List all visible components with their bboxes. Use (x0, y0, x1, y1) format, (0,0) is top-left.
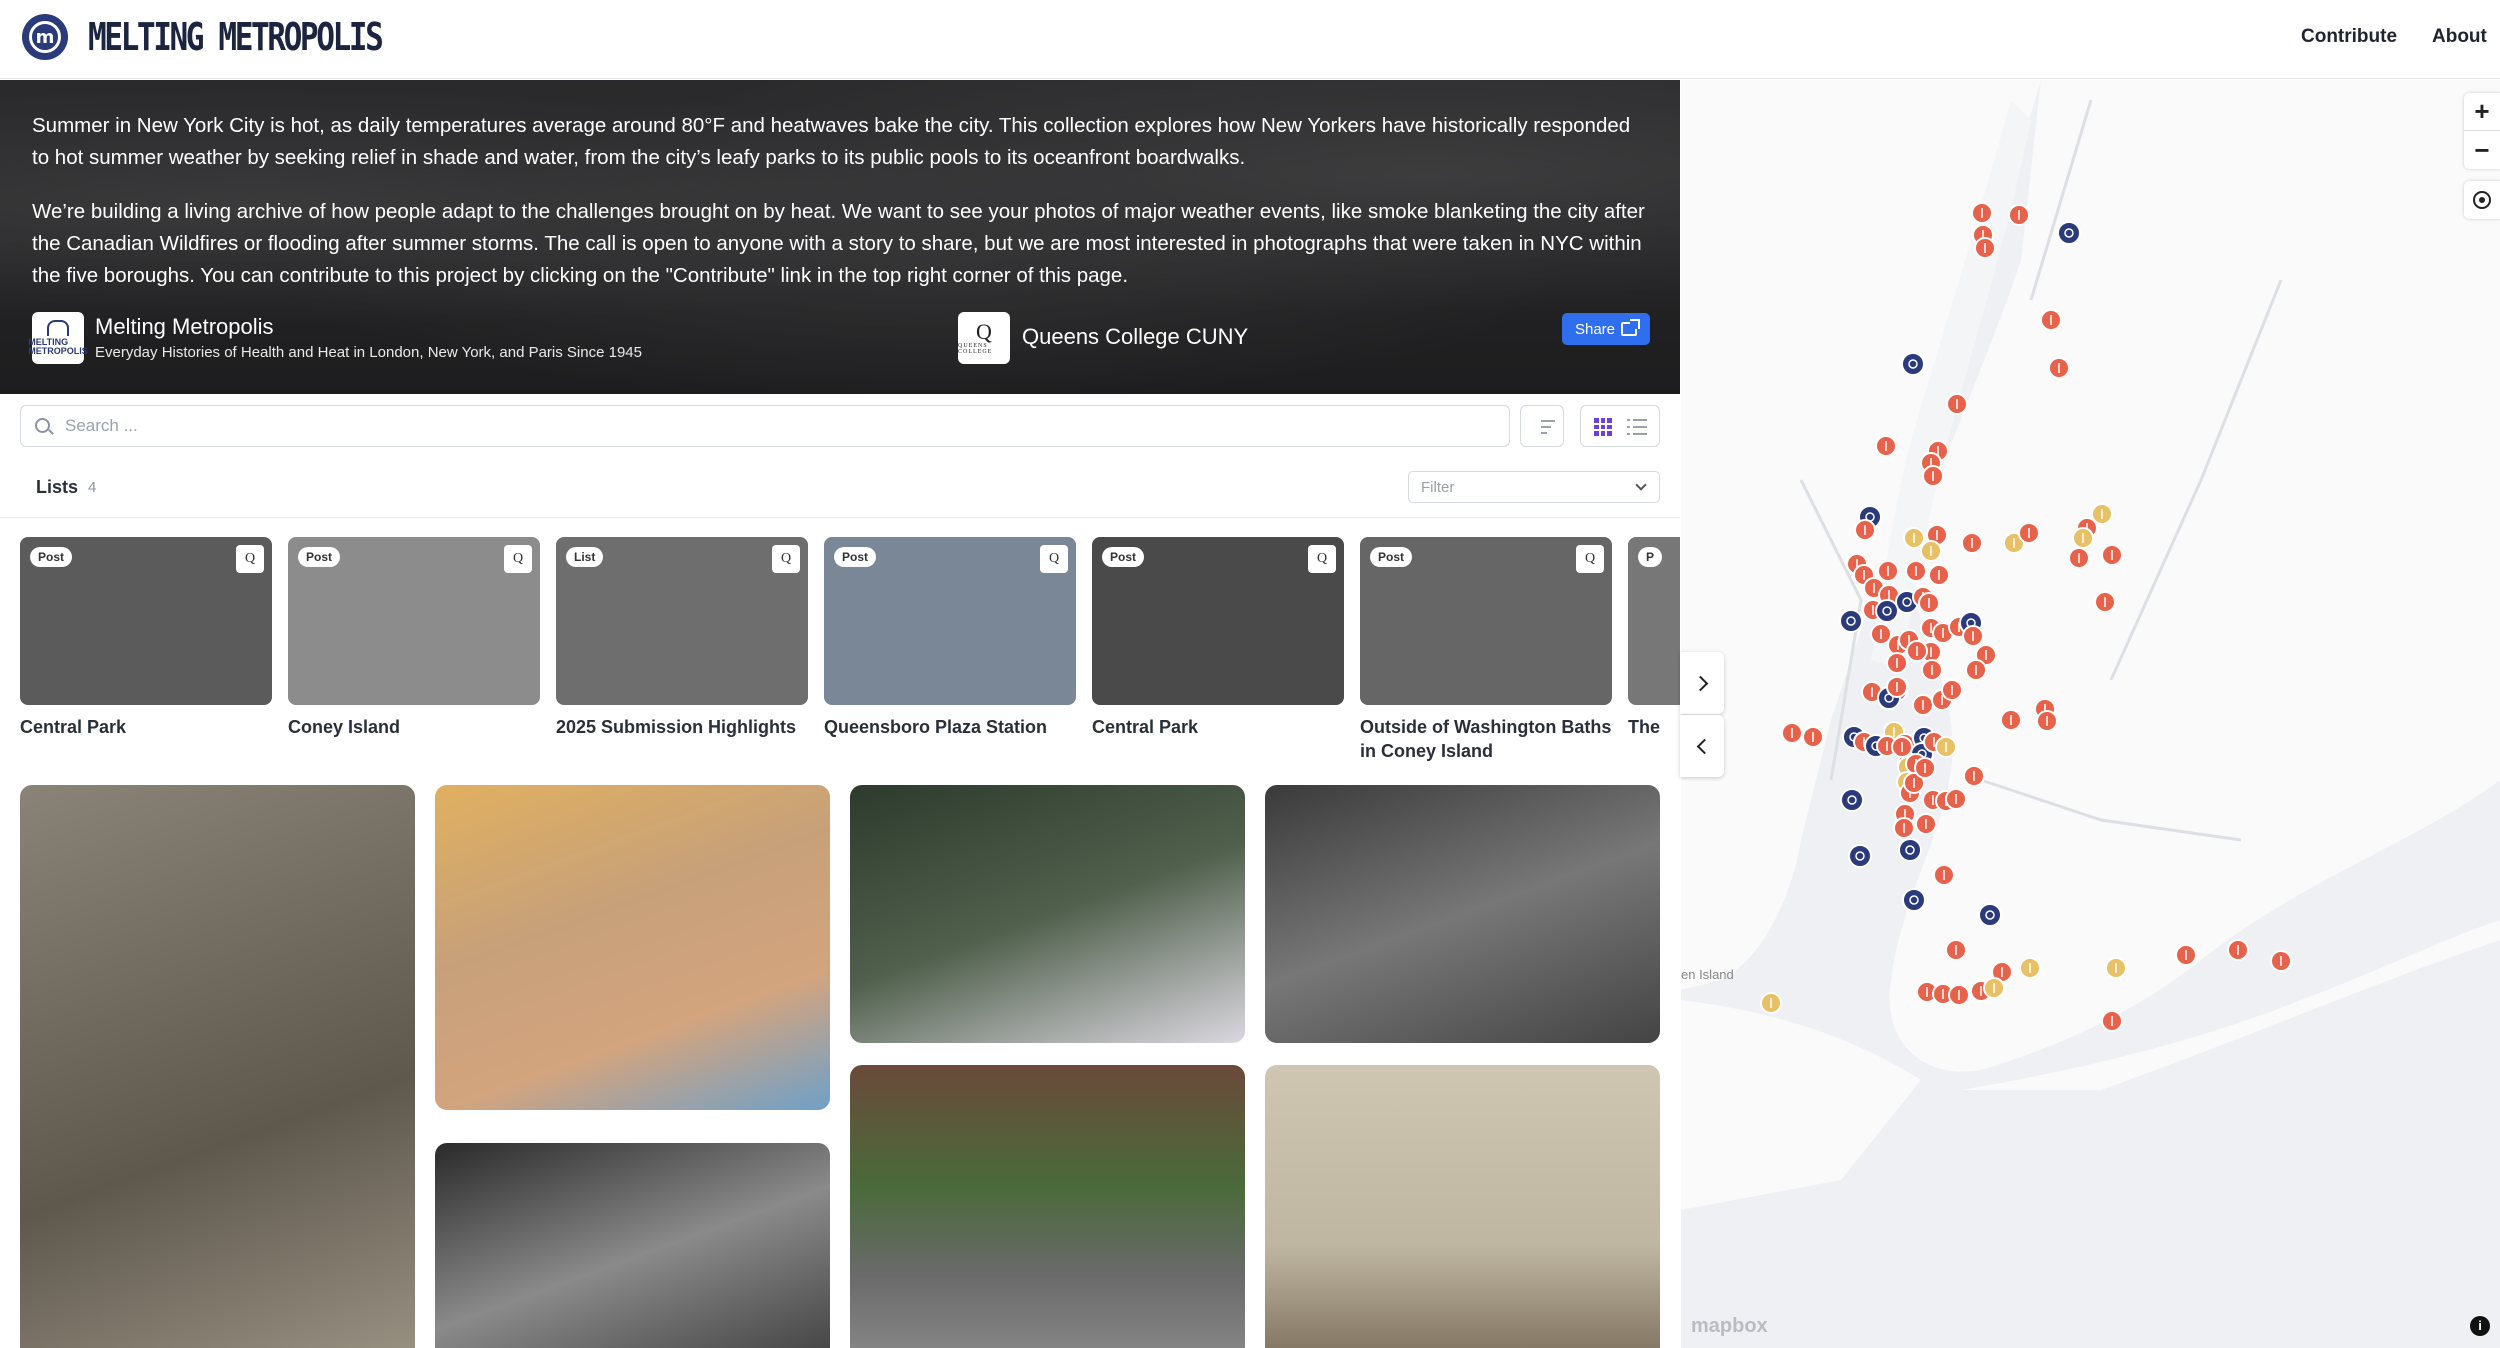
list-map-marker[interactable] (1978, 903, 2002, 927)
map-canvas[interactable] (1681, 80, 2500, 1348)
list-card[interactable]: PQ The (1628, 537, 1680, 739)
card-title[interactable]: 2025 Submission Highlights (556, 715, 808, 739)
photo-tile[interactable] (1265, 1065, 1660, 1348)
zoom-out-button[interactable]: − (2464, 131, 2500, 169)
photo-tile[interactable] (435, 785, 830, 1110)
divider (0, 517, 1680, 518)
search-icon (35, 418, 50, 433)
chevron-right-icon (1692, 675, 1708, 691)
card-type-badge: Post (298, 547, 341, 567)
project-subtitle: Everyday Histories of Health and Heat in… (95, 344, 642, 361)
partner-mini-logo: Q (236, 545, 264, 573)
card-title[interactable]: Central Park (1092, 715, 1344, 739)
card-title[interactable]: Outside of Washington Baths in Coney Isl… (1360, 715, 1612, 763)
card-type-badge: List (566, 547, 604, 567)
brand-logo-icon[interactable]: m (22, 14, 68, 60)
card-title[interactable]: The (1628, 715, 1680, 739)
search-input[interactable] (65, 412, 1465, 440)
collection-panel: Summer in New York City is hot, as daily… (0, 80, 1680, 1348)
filter-select[interactable]: Filter (1408, 471, 1660, 503)
hero-banner: Summer in New York City is hot, as daily… (0, 80, 1680, 394)
sort-icon (1541, 420, 1555, 422)
partner-name[interactable]: Queens College CUNY (1022, 324, 1248, 350)
partner-logo[interactable]: Q QUEENS COLLEGE (958, 312, 1010, 364)
card-thumbnail[interactable]: Post Q (288, 537, 540, 705)
zoom-control: + − (2464, 93, 2500, 169)
map[interactable]: + − en Island mapbox i (1681, 80, 2500, 1348)
card-type-badge: Post (1102, 547, 1145, 567)
lists-count: 4 (88, 479, 97, 496)
list-card[interactable]: Post Q Outside of Washington Baths in Cone… (1360, 537, 1612, 763)
hero-paragraph-1: Summer in New York City is hot, as daily… (32, 114, 1631, 169)
card-thumbnail[interactable]: Post Q (1092, 537, 1344, 705)
list-card[interactable]: Post Q Coney Island (288, 537, 540, 739)
card-type-badge: Post (1370, 547, 1413, 567)
card-thumbnail[interactable]: Post Q (20, 537, 272, 705)
card-type-badge: Post (30, 547, 73, 567)
list-card[interactable]: Post Q Queensboro Plaza Station (824, 537, 1076, 739)
card-title[interactable]: Coney Island (288, 715, 540, 739)
lists-heading: Lists (36, 477, 79, 497)
card-title[interactable]: Queensboro Plaza Station (824, 715, 1076, 739)
collapse-panel-button[interactable] (1680, 715, 1724, 777)
hero-paragraph-2: We’re building a living archive of how p… (32, 200, 1645, 287)
view-toggle (1580, 405, 1660, 447)
card-thumbnail[interactable]: List Q (556, 537, 808, 705)
attribution-info-button[interactable]: i (2470, 1316, 2490, 1336)
locate-icon (2473, 191, 2491, 209)
list-map-marker[interactable] (1848, 844, 1872, 868)
partner-mini-logo: Q (772, 545, 800, 573)
card-thumbnail[interactable]: Post Q (824, 537, 1076, 705)
zoom-in-button[interactable]: + (2464, 93, 2500, 131)
project-logo[interactable]: MELTING METROPOLIS (28, 312, 88, 364)
card-thumbnail[interactable]: Post Q (1360, 537, 1612, 705)
top-navbar: m MELTING METROPOLIS Contribute About (0, 0, 2500, 79)
partner-mini-logo: Q (1040, 545, 1068, 573)
photo-tile[interactable] (20, 785, 415, 1348)
list-map-marker[interactable] (1840, 788, 1864, 812)
mapbox-logo[interactable]: mapbox (1691, 1315, 1768, 1338)
card-type-badge: P (1638, 547, 1663, 567)
list-map-marker[interactable] (1902, 888, 1926, 912)
chevron-left-icon (1696, 738, 1712, 754)
list-map-marker[interactable] (1901, 352, 1925, 376)
search-box (20, 405, 1510, 447)
list-view-icon[interactable] (1627, 419, 1647, 435)
photo-tile[interactable] (850, 1065, 1245, 1348)
nav-about-link[interactable]: About (2432, 24, 2487, 50)
brand-name[interactable]: MELTING METROPOLIS (88, 14, 384, 60)
photo-tile[interactable] (850, 785, 1245, 1043)
geolocate-button[interactable] (2464, 181, 2500, 219)
card-type-badge: Post (834, 547, 877, 567)
list-map-marker[interactable] (1875, 599, 1899, 623)
chevron-down-icon (1635, 479, 1647, 491)
share-button[interactable]: Share (1562, 313, 1650, 345)
nav-contribute-link[interactable]: Contribute (2301, 24, 2397, 50)
list-map-marker[interactable] (2057, 221, 2081, 245)
card-title[interactable]: Central Park (20, 715, 272, 739)
share-icon (1621, 319, 1641, 336)
partner-mini-logo: Q (1308, 545, 1336, 573)
list-card[interactable]: Post Q Central Park (20, 537, 272, 739)
list-card[interactable]: Post Q Central Park (1092, 537, 1344, 739)
project-name[interactable]: Melting Metropolis (95, 314, 274, 340)
sort-button[interactable] (1520, 405, 1564, 447)
expand-panel-button[interactable] (1680, 652, 1724, 714)
partner-mini-logo: Q (504, 545, 532, 573)
grid-view-icon[interactable] (1594, 418, 1612, 436)
list-card[interactable]: List Q 2025 Submission Highlights (556, 537, 808, 739)
partner-mini-logo: Q (1576, 545, 1604, 573)
list-map-marker[interactable] (1839, 609, 1863, 633)
list-map-marker[interactable] (1898, 838, 1922, 862)
map-place-label: en Island (1681, 967, 1734, 982)
card-thumbnail[interactable]: PQ (1628, 537, 1680, 705)
photo-tile[interactable] (435, 1143, 830, 1348)
photo-tile[interactable] (1265, 785, 1660, 1043)
